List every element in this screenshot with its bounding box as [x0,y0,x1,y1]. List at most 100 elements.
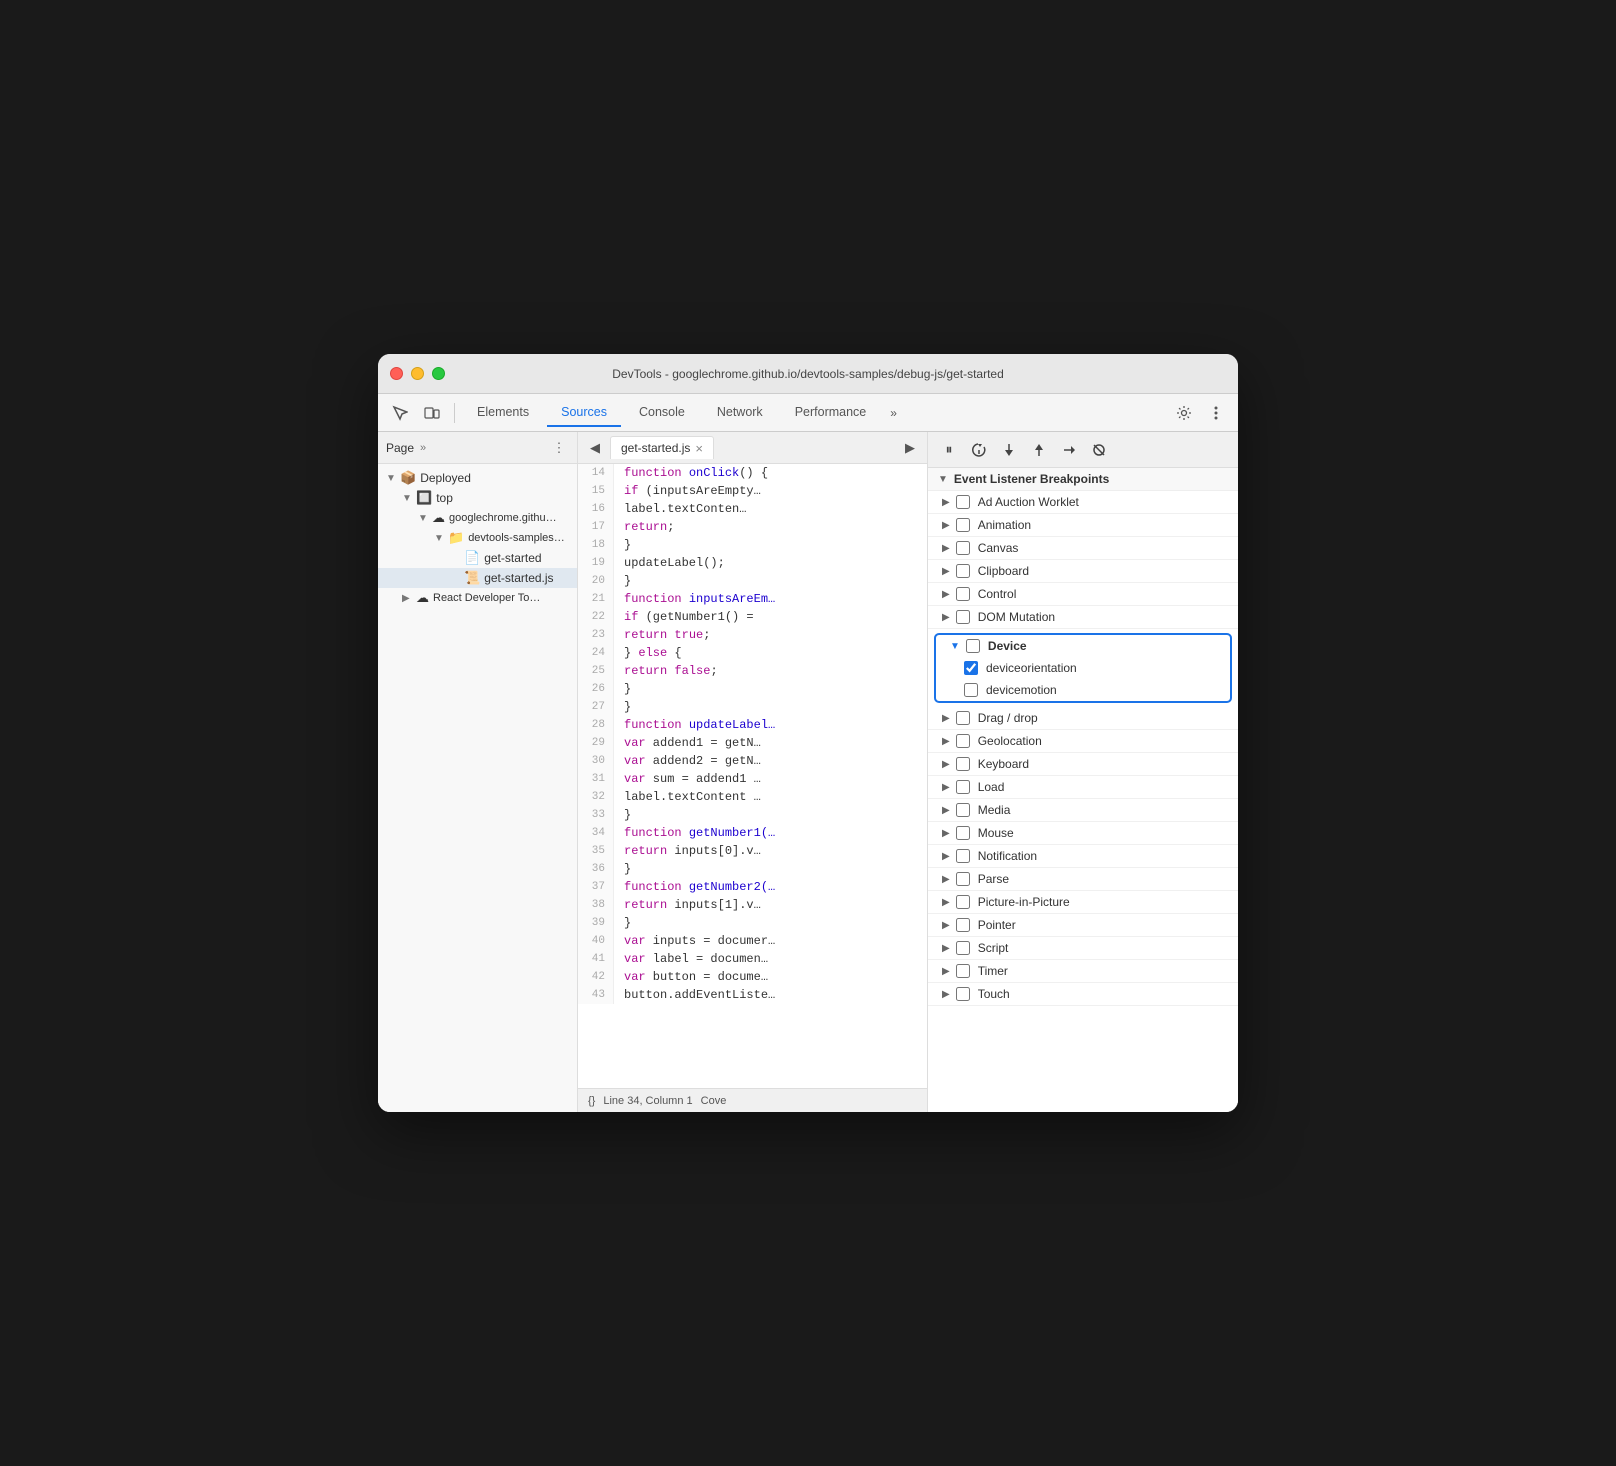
tab-performance[interactable]: Performance [781,399,881,427]
bp-checkbox-canvas[interactable] [956,541,970,555]
back-navigation-button[interactable]: ◀ [584,437,606,459]
bp-checkbox-touch[interactable] [956,987,970,1001]
bp-item-geolocation[interactable]: ▶ Geolocation [928,730,1238,753]
toolbar-right-actions [1170,399,1230,427]
bp-checkbox-control[interactable] [956,587,970,601]
tree-item-react-dev[interactable]: ▶ ☁ React Developer To… [378,588,577,608]
tree-item-googlechrome[interactable]: ▼ ☁ googlechrome.githu… [378,508,577,528]
tree-label-googlechrome: googlechrome.githu… [449,512,557,524]
bp-item-notification[interactable]: ▶ Notification [928,845,1238,868]
bp-arrow-notification: ▶ [942,851,950,862]
bp-checkbox-pointer[interactable] [956,918,970,932]
bp-checkbox-media[interactable] [956,803,970,817]
bp-item-pointer[interactable]: ▶ Pointer [928,914,1238,937]
bp-arrow-pointer: ▶ [942,920,950,931]
tree-item-top[interactable]: ▼ 🔲 top [378,488,577,508]
bp-item-timer[interactable]: ▶ Timer [928,960,1238,983]
bp-arrow-keyboard: ▶ [942,759,950,770]
deactivate-breakpoints-button[interactable] [1086,437,1112,463]
minimize-button[interactable] [411,367,424,380]
pause-button[interactable]: ⏸ [936,437,962,463]
settings-icon[interactable] [1170,399,1198,427]
bp-item-dom-mutation[interactable]: ▶ DOM Mutation [928,606,1238,629]
tab-elements[interactable]: Elements [463,399,543,427]
bp-item-load[interactable]: ▶ Load [928,776,1238,799]
code-file-tab-get-started-js[interactable]: get-started.js × [610,436,714,459]
panel-more-button[interactable]: » [420,442,426,454]
inspect-icon[interactable] [386,399,414,427]
folder-icon-devtools: 📁 [448,530,464,546]
bp-item-deviceorientation[interactable]: deviceorientation [936,657,1230,679]
tab-console[interactable]: Console [625,399,699,427]
bp-item-control[interactable]: ▶ Control [928,583,1238,606]
run-snippet-button[interactable]: ▶ [899,437,921,459]
code-line-29: 29 var addend1 = getN… [578,734,927,752]
bp-item-device[interactable]: ▼ Device [936,635,1230,657]
tree-item-deployed[interactable]: ▼ 📦 Deployed [378,468,577,488]
bp-label-picture-in-picture: Picture-in-Picture [978,895,1070,909]
main-toolbar: Elements Sources Console Network Perform… [378,394,1238,432]
bp-checkbox-notification[interactable] [956,849,970,863]
tree-item-get-started[interactable]: 📄 get-started [378,548,577,568]
bp-checkbox-devicemotion[interactable] [964,683,978,697]
bp-checkbox-ad-auction[interactable] [956,495,970,509]
bp-checkbox-dom-mutation[interactable] [956,610,970,624]
tree-item-get-started-js[interactable]: 📜 get-started.js [378,568,577,588]
code-tab-bar: ◀ get-started.js × ▶ [578,432,927,464]
cloud-icon-googlechrome: ☁ [432,510,445,526]
more-tabs-button[interactable]: » [884,402,903,424]
bp-item-animation[interactable]: ▶ Animation [928,514,1238,537]
bp-item-parse[interactable]: ▶ Parse [928,868,1238,891]
bp-checkbox-deviceorientation[interactable] [964,661,978,675]
bp-checkbox-mouse[interactable] [956,826,970,840]
more-options-icon[interactable] [1202,399,1230,427]
breakpoints-list[interactable]: ▼ Event Listener Breakpoints ▶ Ad Auctio… [928,468,1238,1112]
maximize-button[interactable] [432,367,445,380]
bp-arrow-touch: ▶ [942,989,950,1000]
bp-item-drag-drop[interactable]: ▶ Drag / drop [928,707,1238,730]
bp-item-picture-in-picture[interactable]: ▶ Picture-in-Picture [928,891,1238,914]
tree-arrow-deployed: ▼ [386,473,400,484]
bp-item-mouse[interactable]: ▶ Mouse [928,822,1238,845]
bp-item-clipboard[interactable]: ▶ Clipboard [928,560,1238,583]
code-line-42: 42 var button = docume… [578,968,927,986]
panel-sync-button[interactable]: ⋮ [549,438,569,458]
bp-arrow-dom-mutation: ▶ [942,612,950,623]
bp-item-devicemotion[interactable]: devicemotion [936,679,1230,701]
code-editor[interactable]: 14 function onClick() { 15 if (inputsAre… [578,464,927,1088]
bp-checkbox-geolocation[interactable] [956,734,970,748]
bp-checkbox-script[interactable] [956,941,970,955]
bp-item-canvas[interactable]: ▶ Canvas [928,537,1238,560]
bp-item-keyboard[interactable]: ▶ Keyboard [928,753,1238,776]
bp-checkbox-drag-drop[interactable] [956,711,970,725]
step-into-button[interactable] [996,437,1022,463]
tab-network[interactable]: Network [703,399,777,427]
step-out-button[interactable] [1026,437,1052,463]
tree-label-react: React Developer To… [433,592,540,604]
bp-checkbox-parse[interactable] [956,872,970,886]
bp-checkbox-keyboard[interactable] [956,757,970,771]
close-tab-button[interactable]: × [695,442,703,455]
tree-item-devtools[interactable]: ▼ 📁 devtools-samples… [378,528,577,548]
bp-checkbox-device[interactable] [966,639,980,653]
close-button[interactable] [390,367,403,380]
bp-checkbox-clipboard[interactable] [956,564,970,578]
bp-checkbox-load[interactable] [956,780,970,794]
step-button[interactable] [1056,437,1082,463]
event-listener-breakpoints-header[interactable]: ▼ Event Listener Breakpoints [928,468,1238,491]
code-line-39: 39 } [578,914,927,932]
section-arrow: ▼ [938,474,948,485]
bp-label-geolocation: Geolocation [978,734,1042,748]
bp-item-script[interactable]: ▶ Script [928,937,1238,960]
bp-item-media[interactable]: ▶ Media [928,799,1238,822]
step-over-button[interactable] [966,437,992,463]
bp-checkbox-timer[interactable] [956,964,970,978]
tab-sources[interactable]: Sources [547,399,621,427]
bp-item-touch[interactable]: ▶ Touch [928,983,1238,1006]
format-button[interactable]: {} [588,1095,595,1107]
device-toggle-icon[interactable] [418,399,446,427]
bp-checkbox-animation[interactable] [956,518,970,532]
bp-item-ad-auction[interactable]: ▶ Ad Auction Worklet [928,491,1238,514]
bp-checkbox-picture-in-picture[interactable] [956,895,970,909]
bp-label-timer: Timer [978,964,1008,978]
